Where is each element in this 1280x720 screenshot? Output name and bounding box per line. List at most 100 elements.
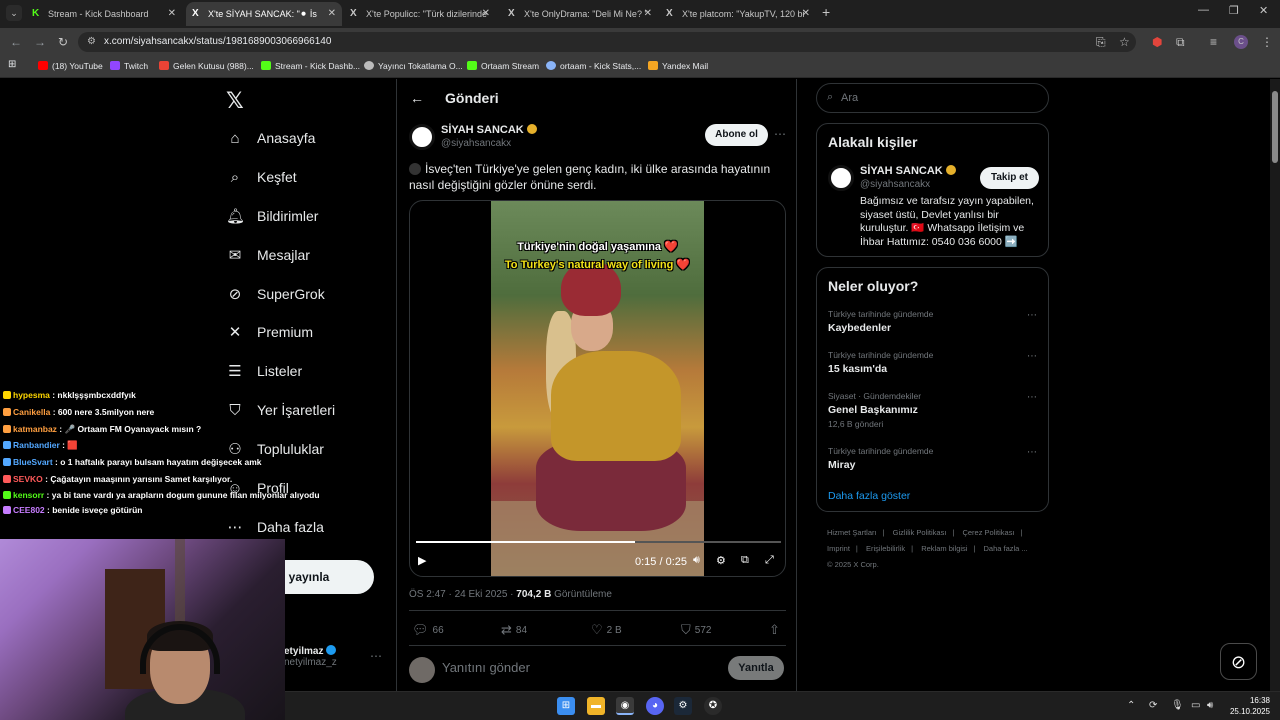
close-window-button[interactable]: ✕	[1259, 4, 1268, 17]
footer-link-cookies[interactable]: Çerez Politikası	[962, 528, 1014, 537]
tray-sync-icon[interactable]: ⟳	[1149, 700, 1157, 711]
scrollbar-thumb[interactable]	[1272, 91, 1278, 163]
bookmark-twitch[interactable]: Twitch	[110, 61, 148, 71]
trend-more-icon[interactable]: ⋯	[1027, 310, 1037, 321]
sidebar-item-lists[interactable]: ☰ Listeler	[226, 359, 302, 383]
repost-action[interactable]: ⇄ 84	[501, 622, 527, 638]
close-icon[interactable]: ✕	[644, 2, 652, 26]
account-more-icon[interactable]: ⋯	[370, 649, 382, 663]
reload-icon[interactable]: ↻	[58, 35, 68, 49]
pip-icon[interactable]: ⧉	[741, 554, 749, 567]
related-avatar[interactable]	[828, 165, 854, 191]
bookmark-kick-dashboard[interactable]: Stream - Kick Dashb...	[261, 61, 360, 71]
related-handle[interactable]: @siyahsancakx	[860, 179, 930, 190]
install-app-icon[interactable]: ⎘	[1096, 35, 1106, 50]
share-action[interactable]: ⇧	[769, 622, 784, 638]
play-icon[interactable]: ▶	[418, 554, 426, 567]
chat-username[interactable]: hypesma	[13, 390, 50, 400]
close-icon[interactable]: ✕	[328, 2, 336, 26]
bookmark-gmail[interactable]: Gelen Kutusu (988)...	[159, 61, 254, 71]
system-clock[interactable]: 16:38 25.10.2025	[1225, 695, 1270, 717]
chat-username[interactable]: BlueSvart	[13, 457, 53, 467]
apps-grid-icon[interactable]: ⊞	[8, 59, 16, 70]
bookmark-kick-stats[interactable]: ortaam - Kick Stats,...	[546, 61, 641, 71]
bookmark-tokatlama[interactable]: Yayıncı Tokatlama O...	[364, 61, 463, 71]
footer-link-privacy[interactable]: Gizlilik Politikası	[893, 528, 947, 537]
subscribe-button[interactable]: Abone ol	[705, 124, 768, 146]
app-icon[interactable]: ✪	[704, 697, 722, 715]
tab-populicc[interactable]: X X'te Populicc: "Türk dizilerinde ✕	[344, 2, 496, 26]
windows-start-icon[interactable]: ⊞	[557, 697, 575, 715]
sidebar-item-explore[interactable]: ⌕ Keşfet	[226, 165, 297, 189]
tab-onlydrama[interactable]: X X'te OnlyDrama: "Deli Mi Ne? " ✕	[502, 2, 658, 26]
chat-username[interactable]: Canikella	[13, 407, 50, 417]
discord-icon[interactable]: ◕	[646, 697, 664, 715]
tray-network-icon[interactable]: ▭	[1191, 700, 1200, 711]
tray-volume-icon[interactable]: 🔊︎	[1207, 700, 1213, 711]
chat-username[interactable]: katmanbaz	[13, 424, 57, 434]
media-controls-icon[interactable]: ≡	[1210, 35, 1217, 49]
extensions-puzzle-icon[interactable]: ⧉	[1176, 35, 1185, 50]
restore-button[interactable]: ❐	[1229, 4, 1239, 17]
reply-button[interactable]: Yanıtla	[728, 656, 784, 680]
bookmark-youtube[interactable]: (18) YouTube	[38, 61, 103, 71]
bookmark-star-icon[interactable]: ☆	[1119, 35, 1130, 49]
reply-input[interactable]: Yanıtını gönder	[442, 660, 530, 675]
footer-link-more[interactable]: Daha fazla ...	[984, 544, 1028, 553]
back-arrow-icon[interactable]: ←	[10, 35, 22, 49]
footer-link-terms[interactable]: Hizmet Şartları	[827, 528, 877, 537]
author-name[interactable]: SİYAH SANCAK	[441, 124, 537, 136]
tray-mic-icon[interactable]: 🎙︎	[1171, 700, 1184, 711]
profile-avatar[interactable]: C	[1234, 35, 1248, 49]
footer-link-accessibility[interactable]: Erişilebilirlik	[866, 544, 905, 553]
reply-action[interactable]: 💬︎ 66	[412, 622, 444, 638]
file-explorer-icon[interactable]: ▬	[587, 697, 605, 715]
menu-kebab-icon[interactable]: ⋮	[1261, 35, 1273, 49]
tab-kick-dashboard[interactable]: K Stream - Kick Dashboard ✕	[26, 2, 182, 26]
footer-link-ads-info[interactable]: Reklam bilgisi	[921, 544, 967, 553]
chat-username[interactable]: kensorr	[13, 490, 44, 500]
sidebar-item-notifications[interactable]: 🔔︎ Bildirimler	[226, 204, 318, 228]
fullscreen-icon[interactable]: ⤢	[765, 554, 774, 567]
bookmark-action[interactable]: ⛉ 572	[681, 622, 711, 638]
x-logo-icon[interactable]: 𝕏	[226, 88, 244, 114]
tray-chevron-icon[interactable]: ⌃	[1127, 700, 1135, 711]
page-scrollbar[interactable]	[1270, 79, 1280, 691]
chat-username[interactable]: CEE802	[13, 505, 45, 515]
video-player[interactable]: Türkiye'nin doğal yaşamına ❤️ To Turkey'…	[409, 200, 786, 577]
video-frame[interactable]: Türkiye'nin doğal yaşamına ❤️ To Turkey'…	[491, 201, 704, 576]
like-action[interactable]: ♡ 2 B	[591, 622, 622, 638]
author-avatar[interactable]	[409, 124, 435, 150]
sidebar-item-messages[interactable]: ✉ Mesajlar	[226, 243, 310, 267]
steam-icon[interactable]: ⚙	[674, 697, 692, 715]
post-more-icon[interactable]: ⋯	[774, 127, 786, 141]
chat-username[interactable]: SEVKO	[13, 474, 43, 484]
related-name[interactable]: SİYAH SANCAK	[860, 165, 956, 177]
search-input[interactable]: ⌕ Ara	[816, 83, 1049, 113]
trend-more-icon[interactable]: ⋯	[1027, 447, 1037, 458]
author-handle[interactable]: @siyahsancakx	[441, 138, 511, 149]
show-more-link[interactable]: Daha fazla göster	[828, 490, 910, 502]
footer-link-imprint[interactable]: Imprint	[827, 544, 850, 553]
sidebar-item-more[interactable]: ⋯ Daha fazla	[226, 515, 324, 539]
address-bar[interactable]: ⚙ x.com/siyahsancakx/status/198168900306…	[78, 32, 1136, 52]
sidebar-item-premium[interactable]: ✕ Premium	[226, 320, 313, 344]
close-icon[interactable]: ✕	[482, 2, 490, 26]
minimize-button[interactable]: —	[1198, 4, 1209, 16]
post-timestamp[interactable]: ÖS 2:47 · 24 Eki 2025 ·	[409, 589, 516, 600]
site-info-icon[interactable]: ⚙	[87, 36, 96, 47]
sidebar-item-supergrok[interactable]: ⊘ SuperGrok	[226, 282, 325, 306]
tab-platcom[interactable]: X X'te platcom: "YakupTV, 120 bi ✕	[660, 2, 816, 26]
back-arrow-icon[interactable]: ←	[410, 90, 424, 106]
volume-icon[interactable]: 🔊︎	[693, 554, 700, 567]
bookmark-ortaam-stream[interactable]: Ortaam Stream	[467, 61, 539, 71]
bookmark-yandex-mail[interactable]: Yandex Mail	[648, 61, 708, 71]
trend-more-icon[interactable]: ⋯	[1027, 392, 1037, 403]
forward-arrow-icon[interactable]: →	[34, 35, 46, 49]
tab-siyah-sancak[interactable]: X X'te SİYAH SANCAK: "⚫ İs ✕	[186, 2, 342, 26]
extension-icon[interactable]: ⬢	[1152, 35, 1162, 49]
close-icon[interactable]: ✕	[168, 2, 176, 26]
close-icon[interactable]: ✕	[802, 2, 810, 26]
follow-button[interactable]: Takip et	[980, 167, 1039, 189]
video-progress-bar[interactable]	[416, 541, 781, 543]
